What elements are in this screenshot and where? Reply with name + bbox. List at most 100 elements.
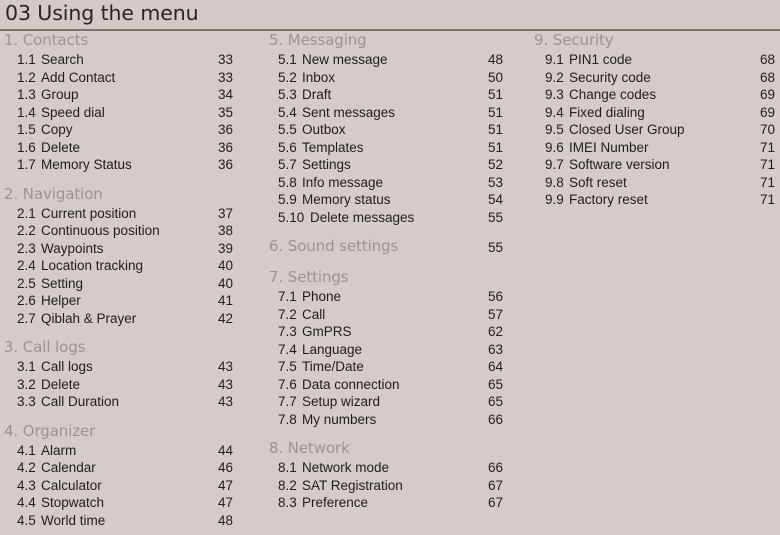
toc-entry[interactable]: 7.3 GmPRS 62: [265, 323, 780, 535]
toc-entry[interactable]: 1.7 Memory Status 36: [0, 156, 780, 535]
toc-entry[interactable]: 9.3 Change codes 69: [530, 86, 780, 535]
toc-section-title: 3. Call logs: [4, 338, 86, 356]
toc-section-heading[interactable]: 1. Contacts: [0, 30, 265, 51]
toc-entry-number: 1.5: [17, 122, 36, 137]
toc-entry[interactable]: 1.1 Search 33: [0, 51, 780, 535]
toc-entry-number: 7.3: [278, 324, 297, 339]
toc-entry-number: 5.10: [278, 209, 305, 225]
toc-entry-label: Closed User Group: [569, 122, 685, 137]
toc-entry[interactable]: 7.1 Phone 56: [265, 288, 780, 535]
toc-entry-number: 9.9: [545, 192, 564, 207]
toc-entry[interactable]: 2.6 Helper 41: [0, 292, 780, 535]
toc-entry[interactable]: 2.2 Continuous position 38: [0, 222, 780, 535]
toc-entry-label: Current position: [41, 205, 137, 221]
toc-section-title: 1. Contacts: [4, 31, 89, 49]
toc-entry[interactable]: 1.5 Copy 36: [0, 121, 780, 535]
toc-entry[interactable]: 2.4 Location tracking 40: [0, 257, 780, 535]
toc-entry-number: 9.3: [545, 87, 564, 102]
toc-section-heading[interactable]: 6. Sound settings 55: [265, 236, 530, 257]
toc-entry[interactable]: 2.3 Waypoints 39: [0, 239, 780, 535]
toc-entry[interactable]: 7.2 Call 57: [265, 305, 780, 535]
toc-entry[interactable]: 5.6 Templates 51: [265, 138, 780, 535]
toc-entry-label: Preference: [302, 495, 369, 510]
toc-section: 4. Organizer 4.1 Alarm 44 4.2 Calendar 46 4.3 Ca…: [0, 421, 780, 535]
toc-entry[interactable]: 5.5 Outbox 51: [265, 121, 780, 535]
toc-entry[interactable]: 8.1 Network mode 66: [265, 459, 780, 535]
toc-entry[interactable]: 9.5 Closed User Group 70: [530, 121, 780, 535]
toc-section-heading[interactable]: 4. Organizer: [0, 421, 265, 442]
toc-entry-label: Soft reset: [569, 174, 627, 190]
toc-entry[interactable]: 9.6 IMEI Number 71: [530, 138, 780, 535]
toc-entry-label: Fixed dialing: [569, 104, 645, 120]
toc-entry[interactable]: 3.3 Call Duration 43: [0, 393, 780, 535]
toc-entry[interactable]: 1.2 Add Contact 33: [0, 68, 780, 535]
toc-entry[interactable]: 5.4 Sent messages 51: [265, 103, 780, 535]
toc-entry[interactable]: 9.4 Fixed dialing 69: [530, 103, 780, 535]
toc-entry[interactable]: 5.3 Draft 51: [265, 86, 780, 535]
toc-entry[interactable]: 7.7 Setup wizard 65: [265, 393, 780, 535]
toc-entry[interactable]: 1.6 Delete 36: [0, 138, 780, 535]
toc-entry[interactable]: 3.1 Call logs 43: [0, 358, 780, 535]
toc-entry[interactable]: 8.3 Preference 67: [265, 494, 780, 535]
toc-section-heading[interactable]: 9. Security: [530, 30, 780, 51]
toc-entry[interactable]: 4.1 Alarm 44: [0, 441, 780, 535]
toc-entry-label: Waypoints: [41, 240, 104, 256]
toc-entry-label: Copy: [41, 122, 73, 137]
toc-entry[interactable]: 7.4 Language 63: [265, 340, 780, 535]
toc-entry-number: 7.8: [278, 411, 297, 427]
toc-column-2: 5. Messaging 5.1 New message 48 5.2 Inbox 50 5.…: [265, 30, 780, 535]
toc-entry[interactable]: 4.2 Calendar 46: [0, 459, 780, 535]
toc-section-heading[interactable]: 3. Call logs: [0, 337, 265, 358]
toc-entry[interactable]: 2.5 Setting 40: [0, 274, 780, 535]
toc-entry[interactable]: 2.7 Qiblah & Prayer 42: [0, 309, 780, 535]
toc-entry-number: 3.2: [17, 376, 36, 392]
toc-entry[interactable]: 9.9 Factory reset 71: [530, 191, 780, 535]
toc-section-page-number: 55: [488, 240, 504, 255]
toc-entry-number: 9.4: [545, 104, 564, 120]
toc-entry-label: Delete: [41, 376, 81, 392]
toc-entry[interactable]: 9.1 PIN1 code 68: [530, 51, 780, 535]
toc-entry[interactable]: 4.4 Stopwatch 47: [0, 494, 780, 535]
toc-entry[interactable]: 9.7 Software version 71: [530, 156, 780, 535]
toc-entry[interactable]: 5.2 Inbox 50: [265, 68, 780, 535]
toc-entry[interactable]: 9.2 Security code 68: [530, 68, 780, 535]
toc-entry-label: Delete: [41, 139, 81, 155]
toc-entry[interactable]: 2.1 Current position 37: [0, 204, 780, 535]
toc-entry-label: Call Duration: [41, 394, 120, 409]
toc-entry[interactable]: 1.4 Speed dial 35: [0, 103, 780, 535]
toc-entry[interactable]: 7.5 Time/Date 64: [265, 358, 780, 535]
toc-entry-number: 7.2: [278, 306, 297, 322]
toc-entry[interactable]: 3.2 Delete 43: [0, 375, 780, 535]
toc-entry-label: Templates: [302, 139, 364, 155]
toc-entry[interactable]: 7.8 My numbers 66: [265, 410, 780, 535]
toc-entry[interactable]: 1.3 Group 34: [0, 86, 780, 535]
toc-entry[interactable]: 5.1 New message 48: [265, 51, 780, 535]
toc-entry-label: Change codes: [569, 87, 657, 102]
toc-entry[interactable]: 5.10 Delete messages 55: [265, 208, 780, 535]
toc-entry-label: Phone: [302, 289, 342, 304]
toc-entry[interactable]: 5.7 Settings 52: [265, 156, 780, 535]
toc-entry-number: 9.6: [545, 139, 564, 155]
toc-entry[interactable]: 7.6 Data connection 65: [265, 375, 780, 535]
toc-page: 03 Using the menu 1. Contacts 1.1 Search 33…: [0, 0, 780, 535]
toc-entry-label: Setup wizard: [302, 394, 381, 409]
toc-entry-number: 8.2: [278, 477, 297, 493]
toc-section-heading[interactable]: 2. Navigation: [0, 184, 265, 205]
toc-entry[interactable]: 4.5 World time 48: [0, 511, 780, 535]
toc-entry[interactable]: 8.2 SAT Registration 67: [265, 476, 780, 535]
toc-entry-number: 9.5: [545, 122, 564, 137]
toc-entry-number: 4.1: [17, 442, 36, 458]
toc-entry[interactable]: 5.9 Memory status 54: [265, 191, 780, 535]
toc-entry-number: 2.4: [17, 258, 36, 273]
toc-entry[interactable]: 5.8 Info message 53: [265, 173, 780, 535]
toc-entry-number: 5.9: [278, 192, 297, 207]
toc-entry-number: 4.2: [17, 460, 36, 475]
toc-section-heading[interactable]: 5. Messaging: [265, 30, 530, 51]
toc-entry[interactable]: 9.8 Soft reset 71: [530, 173, 780, 535]
toc-section-heading[interactable]: 7. Settings: [265, 267, 530, 288]
toc-entry-number: 1.2: [17, 69, 36, 85]
toc-section-heading[interactable]: 8. Network: [265, 438, 530, 459]
page-header: 03 Using the menu: [0, 0, 780, 30]
toc-section: 3. Call logs 3.1 Call logs 43 3.2 Delete 43 3.3…: [0, 337, 780, 535]
toc-entry[interactable]: 4.3 Calculator 47: [0, 476, 780, 535]
